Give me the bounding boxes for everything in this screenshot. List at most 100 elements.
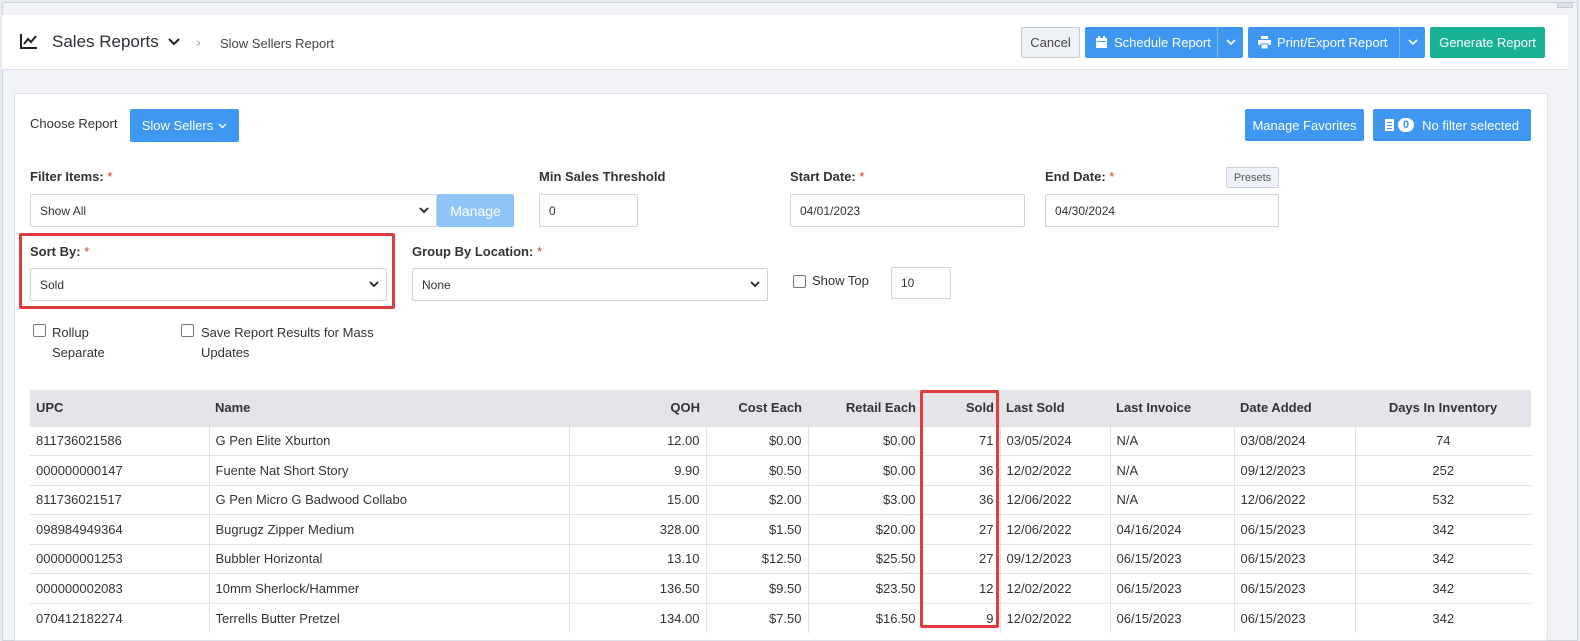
start-date-label: Start Date: * [790,169,865,184]
cell-date-added: 12/06/2022 [1234,484,1356,515]
column-header-days-in-inventory[interactable]: Days In Inventory [1355,390,1531,426]
column-header-retail-each[interactable]: Retail Each [808,390,922,426]
cell-name: G Pen Elite Xburton [209,425,570,456]
end-date-label: End Date: * [1045,169,1115,184]
cell-last-sold: 12/06/2022 [1000,484,1111,515]
chevron-down-icon [1407,39,1418,46]
cell-retail-each: $20.00 [808,514,923,544]
cell-days-in-inventory: 342 [1355,602,1531,633]
column-header-cost-each[interactable]: Cost Each [706,390,808,426]
presets-button[interactable]: Presets [1226,167,1279,188]
generate-report-button[interactable]: Generate Report [1430,27,1545,58]
cell-date-added: 06/15/2023 [1234,602,1356,633]
cell-name: 10mm Sherlock/Hammer [209,573,570,603]
show-top-label: Show Top [812,273,869,288]
cell-retail-each: $25.50 [808,543,923,574]
cell-last-invoice: N/A [1110,484,1235,515]
choose-report-dropdown[interactable]: Slow Sellers [130,109,239,142]
cell-date-added: 09/12/2023 [1234,455,1356,485]
cell-retail-each: $16.50 [808,602,923,633]
cell-name: Bubbler Horizontal [209,543,570,574]
print-dropdown-toggle[interactable] [1399,27,1425,58]
schedule-report-button[interactable]: Schedule Report [1085,27,1243,58]
show-top-checkbox[interactable] [793,275,806,288]
save-results-checkbox[interactable] [181,324,194,337]
table-row[interactable]: 000000001253 Bubbler Horizontal 13.10 $12.5… [30,543,1531,574]
group-by-location-label: Group By Location: * [412,244,543,259]
min-sales-value: 0 [549,203,556,218]
cell-qoh: 134.00 [569,602,707,633]
breadcrumb: Slow Sellers Report [220,36,335,51]
start-date-input[interactable]: 04/01/2023 [790,194,1025,227]
cell-days-in-inventory: 532 [1355,484,1531,515]
manage-favorites-button[interactable]: Manage Favorites [1245,109,1364,141]
cell-last-sold: 09/12/2023 [1000,543,1111,574]
page-header: Sales Reports › Slow Sellers Report Canc… [2,15,1568,70]
table-header-row: UPC Name QOH Cost Each Retail Each Sold … [30,390,1531,426]
cell-last-invoice: N/A [1110,455,1235,485]
min-sales-label: Min Sales Threshold [539,169,666,184]
filter-count-badge: 0 [1398,118,1415,132]
table-row[interactable]: 811736021586 G Pen Elite Xburton 12.00 $0.0… [30,425,1531,456]
cell-days-in-inventory: 342 [1355,543,1531,574]
column-header-qoh[interactable]: QOH [569,390,706,426]
cell-cost-each: $12.50 [706,543,809,574]
page-title: Sales Reports [52,32,159,51]
chevron-down-icon [419,207,429,214]
manage-filter-button[interactable]: Manage [437,194,514,227]
start-date-value: 04/01/2023 [800,203,861,218]
column-header-date-added[interactable]: Date Added [1234,390,1355,426]
cell-cost-each: $0.00 [706,425,809,456]
save-results-label: Save Report Results for Mass Updates [201,325,374,360]
cell-last-sold: 12/02/2022 [1000,573,1111,603]
show-top-value: 10 [901,276,915,290]
table-row[interactable]: 098984949364 Bugrugz Zipper Medium 328.00 $… [30,514,1531,544]
cell-last-sold: 03/05/2024 [1000,425,1111,456]
cancel-button[interactable]: Cancel [1021,27,1080,58]
filter-items-select[interactable]: Show All [30,194,437,227]
column-header-last-sold[interactable]: Last Sold [1000,390,1110,426]
group-by-location-select[interactable]: None [412,268,768,301]
column-header-upc[interactable]: UPC [30,390,209,426]
cell-last-invoice: 06/15/2023 [1110,602,1235,633]
cell-retail-each: $3.00 [808,484,923,515]
show-top-input[interactable]: 10 [891,267,951,299]
table-row[interactable]: 070412182274 Terrells Butter Pretzel 134.0… [30,602,1531,633]
table-row[interactable]: 811736021517 G Pen Micro G Badwood Collab… [30,484,1531,515]
cell-last-invoice: 06/15/2023 [1110,573,1235,603]
filter-selector-button[interactable]: 0 No filter selected [1373,109,1531,141]
window-control[interactable] [1557,2,1573,8]
cell-qoh: 13.10 [569,543,707,574]
sort-by-highlight [19,233,395,309]
cell-qoh: 15.00 [569,484,707,515]
chevron-down-icon [1225,39,1236,46]
cell-qoh: 12.00 [569,425,707,456]
rollup-separate-checkbox[interactable] [33,324,46,337]
schedule-dropdown-toggle[interactable] [1217,27,1243,58]
cell-last-sold: 12/02/2022 [1000,602,1111,633]
min-sales-input[interactable]: 0 [539,194,638,227]
filter-items-label: Filter Items: * [30,169,113,184]
cell-name: Fuente Nat Short Story [209,455,570,485]
chevron-down-icon[interactable] [168,37,180,47]
chevron-down-icon [750,281,760,288]
table-row[interactable]: 000000002083 10mm Sherlock/Hammer 136.50 $9… [30,573,1531,603]
filter-items-value: Show All [40,203,87,218]
cell-upc: 070412182274 [30,602,210,633]
cell-qoh: 9.90 [569,455,707,485]
table-row[interactable]: 000000000147 Fuente Nat Short Story 9.90 $0… [30,455,1531,485]
schedule-report-label: Schedule Report [1114,35,1211,50]
filter-list-icon [1385,119,1394,131]
column-header-name[interactable]: Name [209,390,569,426]
cell-date-added: 06/15/2023 [1234,543,1356,574]
end-date-value: 04/30/2024 [1055,203,1116,218]
cell-upc: 098984949364 [30,514,210,544]
cell-last-sold: 12/02/2022 [1000,455,1111,485]
print-export-button[interactable]: Print/Export Report [1248,27,1425,58]
column-header-last-invoice[interactable]: Last Invoice [1110,390,1234,426]
cell-date-added: 06/15/2023 [1234,514,1356,544]
cell-last-invoice: 06/15/2023 [1110,543,1235,574]
end-date-input[interactable]: 04/30/2024 [1045,194,1279,227]
cell-upc: 811736021517 [30,484,210,515]
cell-days-in-inventory: 74 [1355,425,1531,456]
